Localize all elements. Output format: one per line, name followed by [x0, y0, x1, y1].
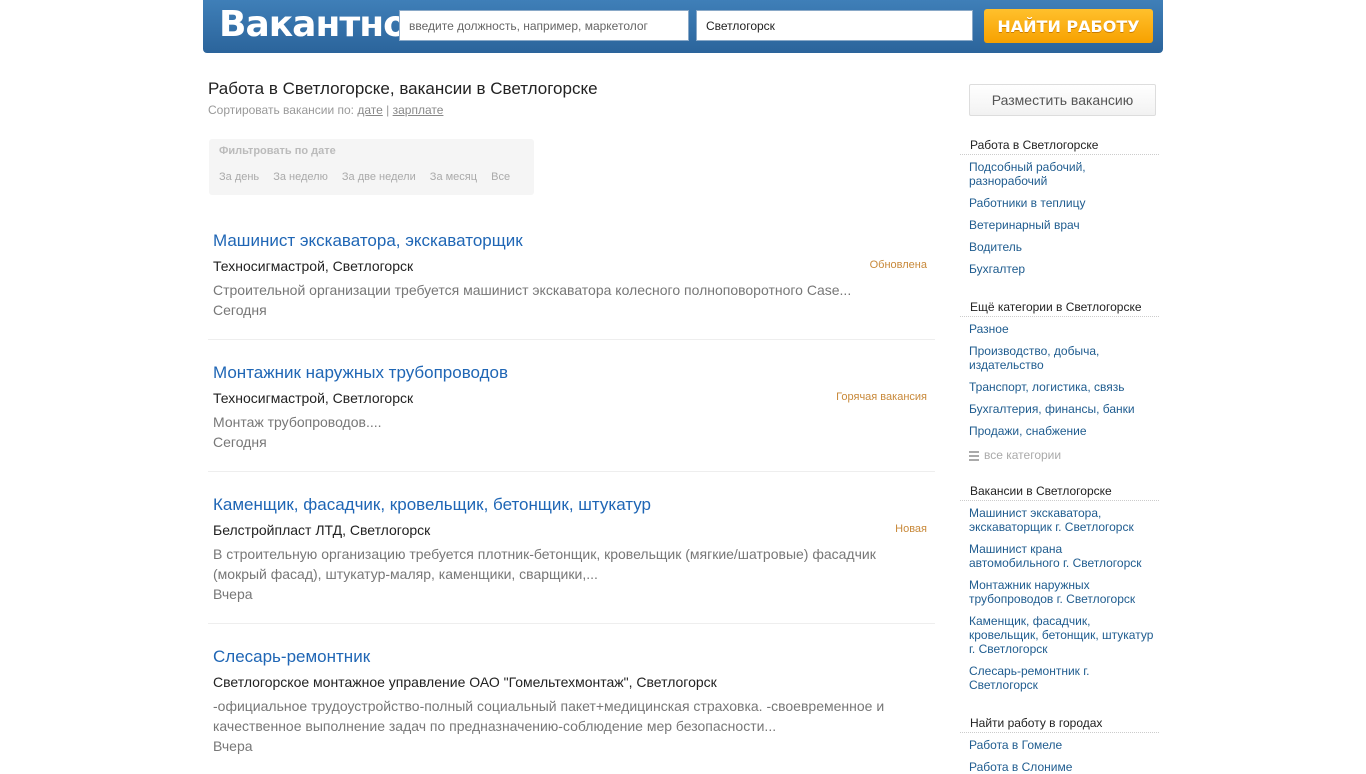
vacancy-title-link[interactable]: Каменщик, фасадчик, кровельщик, бетонщик…	[213, 495, 651, 515]
vacancy-description: В строительную организацию требуется пло…	[213, 546, 876, 582]
vacancy-item: Монтажник наружных трубопроводов Техноси…	[208, 363, 935, 472]
sidebar-category-link[interactable]: Разное	[969, 322, 1154, 336]
job-search-input[interactable]	[399, 10, 689, 41]
sidebar-vacancy-link[interactable]: Слесарь-ремонтник г. Светлогорск	[969, 664, 1154, 692]
vacancy-company: Техносигмастрой, Светлогорск	[213, 390, 414, 406]
vacancy-date: Сегодня	[213, 434, 267, 450]
vacancy-badge: Новая	[895, 523, 927, 535]
sidebar-job-link[interactable]: Подсобный рабочий, разнорабочий	[969, 160, 1154, 188]
sidebar-category-link[interactable]: Производство, добыча, издательство	[969, 344, 1154, 372]
vacancy-date: Вчера	[213, 586, 253, 602]
city-input[interactable]	[696, 10, 973, 41]
list-icon	[969, 449, 979, 463]
sidebar-vacancy-link[interactable]: Машинист крана автомобильного г. Светлог…	[969, 542, 1154, 570]
sidebar-heading-cities: Найти работу в городах	[960, 716, 1159, 733]
sidebar-job-link[interactable]: Водитель	[969, 240, 1154, 254]
page-title: Работа в Светлогорске, вакансии в Светло…	[208, 79, 598, 98]
post-vacancy-button[interactable]: Разместить вакансию	[969, 84, 1156, 116]
filter-month-link[interactable]: За месяц	[430, 171, 477, 183]
sidebar-category-link[interactable]: Продажи, снабжение	[969, 424, 1154, 438]
filter-week-link[interactable]: За неделю	[273, 171, 328, 183]
sidebar-vacancy-link[interactable]: Каменщик, фасадчик, кровельщик, бетонщик…	[969, 614, 1154, 656]
vacancy-company: Светлогорское монтажное управление ОАО "…	[213, 674, 717, 690]
all-categories-label: все категории	[984, 448, 1062, 462]
filter-two-weeks-link[interactable]: За две недели	[342, 171, 416, 183]
sort-label: Сортировать вакансии по:	[208, 103, 355, 117]
date-filter-title: Фильтровать по дате	[219, 145, 336, 157]
sort-controls: Сортировать вакансии по: дате | зарплате	[208, 103, 443, 117]
vacancy-company: Белстройпласт ЛТД, Светлогорск	[213, 522, 431, 538]
vacancy-title-link[interactable]: Монтажник наружных трубопроводов	[213, 363, 508, 383]
sidebar-job-link[interactable]: Ветеринарный врач	[969, 218, 1154, 232]
vacancy-company: Техносигмастрой, Светлогорск	[213, 258, 414, 274]
vacancy-badge: Горячая вакансия	[836, 391, 927, 403]
sort-by-salary-link[interactable]: зарплате	[393, 103, 444, 117]
date-filter: Фильтровать по дате За день За неделю За…	[209, 139, 534, 195]
find-job-button[interactable]: НАЙТИ РАБОТУ	[984, 9, 1153, 43]
sidebar-heading-jobs: Работа в Светлогорске	[960, 138, 1159, 155]
site-logo[interactable]: Вакантно	[219, 4, 408, 45]
sort-by-date-link[interactable]: дате	[357, 103, 382, 117]
vacancy-item: Каменщик, фасадчик, кровельщик, бетонщик…	[208, 495, 935, 624]
sort-separator: |	[386, 103, 390, 117]
sidebar-category-link[interactable]: Бухгалтерия, финансы, банки	[969, 402, 1154, 416]
filter-all-link[interactable]: Все	[491, 171, 510, 183]
filter-day-link[interactable]: За день	[219, 171, 259, 183]
sidebar-vacancy-link[interactable]: Машинист экскаватора, экскаваторщик г. С…	[969, 506, 1154, 534]
sidebar-vacancy-link[interactable]: Монтажник наружных трубопроводов г. Свет…	[969, 578, 1154, 606]
sidebar-city-link[interactable]: Работа в Гомеле	[969, 738, 1154, 752]
vacancy-item: Машинист экскаватора, экскаваторщик Техн…	[208, 231, 935, 340]
vacancy-item: Слесарь-ремонтник Светлогорское монтажно…	[208, 647, 935, 768]
all-categories-link[interactable]: все категории	[969, 448, 1061, 463]
vacancy-description: Строительной организации требуется машин…	[213, 282, 852, 298]
vacancy-description: Монтаж трубопроводов....	[213, 414, 382, 430]
sidebar-category-link[interactable]: Транспорт, логистика, связь	[969, 380, 1154, 394]
vacancy-badge: Обновлена	[869, 259, 927, 271]
sidebar-heading-vacancies: Вакансии в Светлогорске	[960, 484, 1159, 501]
vacancy-title-link[interactable]: Машинист экскаватора, экскаваторщик	[213, 231, 523, 251]
vacancy-date: Вчера	[213, 738, 253, 754]
sidebar-job-link[interactable]: Работники в теплицу	[969, 196, 1154, 210]
vacancy-description: -официальное трудоустройство-полный соци…	[213, 698, 885, 734]
vacancy-title-link[interactable]: Слесарь-ремонтник	[213, 647, 370, 667]
vacancy-date: Сегодня	[213, 302, 267, 318]
site-header: Вакантно НАЙТИ РАБОТУ	[203, 0, 1163, 53]
date-filter-options: За день За неделю За две недели За месяц…	[219, 171, 521, 183]
sidebar-city-link[interactable]: Работа в Слониме	[969, 760, 1154, 774]
sidebar-job-link[interactable]: Бухгалтер	[969, 262, 1154, 276]
sidebar-heading-categories: Ещё категории в Светлогорске	[960, 300, 1159, 317]
